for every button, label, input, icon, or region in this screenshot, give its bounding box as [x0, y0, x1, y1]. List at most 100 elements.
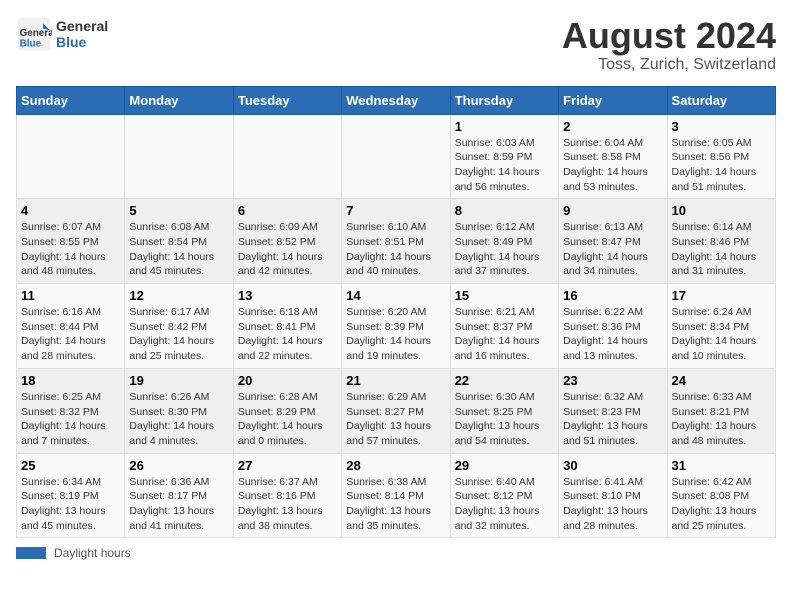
day-number: 21 — [346, 373, 445, 388]
day-number: 23 — [563, 373, 662, 388]
calendar-cell: 28 Sunrise: 6:38 AM Sunset: 8:14 PM Dayli… — [342, 453, 450, 538]
day-info: Sunrise: 6:05 AM Sunset: 8:56 PM Dayligh… — [672, 136, 771, 195]
day-info: Sunrise: 6:17 AM Sunset: 8:42 PM Dayligh… — [129, 305, 228, 364]
logo-blue: Blue — [56, 34, 108, 50]
day-number: 4 — [21, 203, 120, 218]
calendar-table: SundayMondayTuesdayWednesdayThursdayFrid… — [16, 86, 776, 539]
day-info: Sunrise: 6:08 AM Sunset: 8:54 PM Dayligh… — [129, 220, 228, 279]
logo-general: General — [56, 18, 108, 34]
day-info: Sunrise: 6:32 AM Sunset: 8:23 PM Dayligh… — [563, 390, 662, 449]
calendar-week-5: 25 Sunrise: 6:34 AM Sunset: 8:19 PM Dayli… — [17, 453, 776, 538]
calendar-cell — [233, 114, 341, 199]
calendar-week-2: 4 Sunrise: 6:07 AM Sunset: 8:55 PM Daylig… — [17, 199, 776, 284]
day-number: 12 — [129, 288, 228, 303]
calendar-cell: 8 Sunrise: 6:12 AM Sunset: 8:49 PM Daylig… — [450, 199, 558, 284]
day-number: 28 — [346, 458, 445, 473]
legend-box — [16, 547, 46, 559]
page-header: General Blue General Blue August 2024 To… — [16, 16, 776, 74]
calendar-cell: 30 Sunrise: 6:41 AM Sunset: 8:10 PM Dayli… — [559, 453, 667, 538]
day-info: Sunrise: 6:33 AM Sunset: 8:21 PM Dayligh… — [672, 390, 771, 449]
day-number: 26 — [129, 458, 228, 473]
title-block: August 2024 Toss, Zurich, Switzerland — [562, 16, 776, 74]
day-info: Sunrise: 6:40 AM Sunset: 8:12 PM Dayligh… — [455, 475, 554, 534]
calendar-cell: 21 Sunrise: 6:29 AM Sunset: 8:27 PM Dayli… — [342, 368, 450, 453]
calendar-header-row: SundayMondayTuesdayWednesdayThursdayFrid… — [17, 86, 776, 114]
calendar-cell: 31Sunrise: 6:42 AM Sunset: 8:08 PM Dayli… — [667, 453, 775, 538]
column-header-friday: Friday — [559, 86, 667, 114]
calendar-cell: 25 Sunrise: 6:34 AM Sunset: 8:19 PM Dayli… — [17, 453, 125, 538]
legend-label: Daylight hours — [54, 546, 131, 560]
calendar-cell: 4 Sunrise: 6:07 AM Sunset: 8:55 PM Daylig… — [17, 199, 125, 284]
day-info: Sunrise: 6:25 AM Sunset: 8:32 PM Dayligh… — [21, 390, 120, 449]
sub-title: Toss, Zurich, Switzerland — [562, 56, 776, 74]
calendar-cell — [125, 114, 233, 199]
day-number: 8 — [455, 203, 554, 218]
day-info: Sunrise: 6:12 AM Sunset: 8:49 PM Dayligh… — [455, 220, 554, 279]
calendar-cell — [342, 114, 450, 199]
svg-text:Blue: Blue — [20, 39, 42, 50]
day-info: Sunrise: 6:24 AM Sunset: 8:34 PM Dayligh… — [672, 305, 771, 364]
day-info: Sunrise: 6:03 AM Sunset: 8:59 PM Dayligh… — [455, 136, 554, 195]
day-number: 30 — [563, 458, 662, 473]
calendar-cell: 17 Sunrise: 6:24 AM Sunset: 8:34 PM Dayli… — [667, 284, 775, 369]
column-header-wednesday: Wednesday — [342, 86, 450, 114]
day-number: 11 — [21, 288, 120, 303]
calendar-cell: 13Sunrise: 6:18 AM Sunset: 8:41 PM Dayli… — [233, 284, 341, 369]
calendar-cell: 3 Sunrise: 6:05 AM Sunset: 8:56 PM Daylig… — [667, 114, 775, 199]
day-info: Sunrise: 6:37 AM Sunset: 8:16 PM Dayligh… — [238, 475, 337, 534]
day-info: Sunrise: 6:41 AM Sunset: 8:10 PM Dayligh… — [563, 475, 662, 534]
column-header-monday: Monday — [125, 86, 233, 114]
day-info: Sunrise: 6:38 AM Sunset: 8:14 PM Dayligh… — [346, 475, 445, 534]
day-number: 14 — [346, 288, 445, 303]
calendar-cell: 18 Sunrise: 6:25 AM Sunset: 8:32 PM Dayli… — [17, 368, 125, 453]
day-info: Sunrise: 6:21 AM Sunset: 8:37 PM Dayligh… — [455, 305, 554, 364]
day-number: 20 — [238, 373, 337, 388]
day-info: Sunrise: 6:10 AM Sunset: 8:51 PM Dayligh… — [346, 220, 445, 279]
calendar-cell: 20 Sunrise: 6:28 AM Sunset: 8:29 PM Dayli… — [233, 368, 341, 453]
day-info: Sunrise: 6:07 AM Sunset: 8:55 PM Dayligh… — [21, 220, 120, 279]
day-info: Sunrise: 6:28 AM Sunset: 8:29 PM Dayligh… — [238, 390, 337, 449]
day-info: Sunrise: 6:04 AM Sunset: 8:58 PM Dayligh… — [563, 136, 662, 195]
main-title: August 2024 — [562, 16, 776, 56]
calendar-cell: 22Sunrise: 6:30 AM Sunset: 8:25 PM Dayli… — [450, 368, 558, 453]
day-number: 3 — [672, 119, 771, 134]
calendar-cell: 2 Sunrise: 6:04 AM Sunset: 8:58 PM Daylig… — [559, 114, 667, 199]
calendar-week-4: 18 Sunrise: 6:25 AM Sunset: 8:32 PM Dayli… — [17, 368, 776, 453]
day-number: 2 — [563, 119, 662, 134]
column-header-saturday: Saturday — [667, 86, 775, 114]
day-number: 29 — [455, 458, 554, 473]
calendar-cell: 16Sunrise: 6:22 AM Sunset: 8:36 PM Dayli… — [559, 284, 667, 369]
calendar-cell: 23 Sunrise: 6:32 AM Sunset: 8:23 PM Dayli… — [559, 368, 667, 453]
calendar-cell: 19Sunrise: 6:26 AM Sunset: 8:30 PM Dayli… — [125, 368, 233, 453]
calendar-cell: 6 Sunrise: 6:09 AM Sunset: 8:52 PM Daylig… — [233, 199, 341, 284]
day-number: 10 — [672, 203, 771, 218]
day-number: 6 — [238, 203, 337, 218]
day-info: Sunrise: 6:34 AM Sunset: 8:19 PM Dayligh… — [21, 475, 120, 534]
calendar-cell: 26 Sunrise: 6:36 AM Sunset: 8:17 PM Dayli… — [125, 453, 233, 538]
day-number: 25 — [21, 458, 120, 473]
day-number: 17 — [672, 288, 771, 303]
calendar-cell: 5 Sunrise: 6:08 AM Sunset: 8:54 PM Daylig… — [125, 199, 233, 284]
day-info: Sunrise: 6:42 AM Sunset: 8:08 PM Dayligh… — [672, 475, 771, 534]
day-number: 18 — [21, 373, 120, 388]
day-info: Sunrise: 6:22 AM Sunset: 8:36 PM Dayligh… — [563, 305, 662, 364]
calendar-cell — [17, 114, 125, 199]
day-info: Sunrise: 6:18 AM Sunset: 8:41 PM Dayligh… — [238, 305, 337, 364]
day-info: Sunrise: 6:36 AM Sunset: 8:17 PM Dayligh… — [129, 475, 228, 534]
day-number: 15 — [455, 288, 554, 303]
day-info: Sunrise: 6:09 AM Sunset: 8:52 PM Dayligh… — [238, 220, 337, 279]
day-info: Sunrise: 6:16 AM Sunset: 8:44 PM Dayligh… — [21, 305, 120, 364]
column-header-thursday: Thursday — [450, 86, 558, 114]
logo-icon: General Blue — [16, 16, 52, 52]
day-info: Sunrise: 6:29 AM Sunset: 8:27 PM Dayligh… — [346, 390, 445, 449]
day-number: 24 — [672, 373, 771, 388]
column-header-tuesday: Tuesday — [233, 86, 341, 114]
calendar-cell: 11 Sunrise: 6:16 AM Sunset: 8:44 PM Dayli… — [17, 284, 125, 369]
day-info: Sunrise: 6:20 AM Sunset: 8:39 PM Dayligh… — [346, 305, 445, 364]
day-number: 19 — [129, 373, 228, 388]
day-number: 1 — [455, 119, 554, 134]
calendar-cell: 1 Sunrise: 6:03 AM Sunset: 8:59 PM Daylig… — [450, 114, 558, 199]
day-number: 5 — [129, 203, 228, 218]
day-info: Sunrise: 6:14 AM Sunset: 8:46 PM Dayligh… — [672, 220, 771, 279]
calendar-cell: 9Sunrise: 6:13 AM Sunset: 8:47 PM Daylig… — [559, 199, 667, 284]
